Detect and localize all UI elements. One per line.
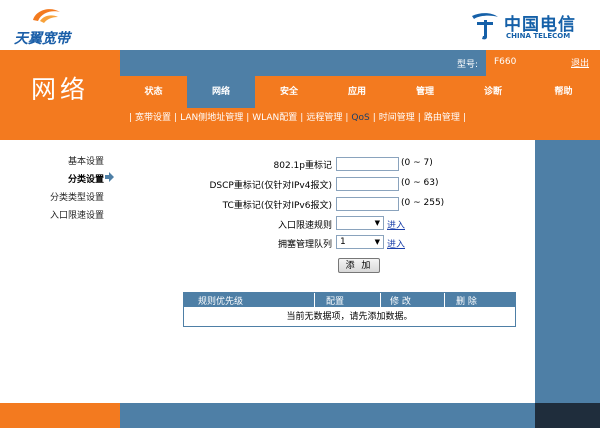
china-telecom-logo: 中国电信 CHINA TELECOM [468, 8, 593, 44]
subnav-qos[interactable]: QoS [351, 113, 369, 123]
column-divider [380, 293, 381, 307]
footer-right [535, 403, 600, 428]
brand-left-text: 天翼宽带 [14, 31, 70, 47]
tc-input[interactable] [336, 197, 399, 211]
model-label: 型号: [457, 60, 479, 70]
p8021-input[interactable] [336, 157, 399, 171]
queue-value: 1 [340, 237, 346, 247]
left-menu-basic[interactable]: 基本设置 [68, 154, 104, 167]
header-bottom-strip [120, 126, 600, 140]
dscp-input[interactable] [336, 177, 399, 191]
chevron-down-icon: ▼ [374, 238, 380, 246]
subnav-separator: | [417, 113, 421, 123]
dscp-label: DSCP重标记(仅针对IPv4报文) [209, 181, 332, 191]
ingress-rule-select[interactable]: ▼ [336, 216, 384, 230]
p8021-label: 802.1p重标记 [273, 161, 332, 171]
model-value: F660 [494, 57, 517, 67]
subnav-separator: | [174, 113, 178, 123]
queue-label: 拥塞管理队列 [277, 240, 332, 250]
tab-security[interactable]: 安全 [255, 76, 323, 108]
queue-select[interactable]: 1 ▼ [336, 235, 384, 249]
rules-table: 规则优先级 配置 修 改 删 除 当前无数据项，请先添加数据。 [183, 292, 516, 327]
tab-application[interactable]: 应用 [323, 76, 391, 108]
p8021-range: (0 ~ 7) [401, 158, 433, 168]
column-header: 删 除 [456, 297, 477, 307]
subnav-separator: | [462, 113, 466, 123]
tc-label: TC重标记(仅针对IPv6报文) [222, 201, 332, 211]
subnav-broadband[interactable]: 宽带设置 [135, 113, 171, 123]
queue-enter-link[interactable]: 进入 [387, 237, 405, 250]
subnav-separator: | [129, 113, 133, 123]
subnav-route-management[interactable]: 路由管理 [424, 113, 460, 123]
left-menu-ingress-rate[interactable]: 入口限速设置 [50, 208, 104, 221]
tab-help[interactable]: 帮助 [527, 76, 600, 108]
sub-nav: | 宽带设置 | LAN侧地址管理 | WLAN配置 | 远程管理 | QoS | 时间管理 | 路由管理… [126, 110, 469, 123]
left-menu-classification-type[interactable]: 分类类型设置 [50, 190, 104, 203]
ingress-rule-label: 入口限速规则 [277, 221, 332, 231]
subnav-remote-management[interactable]: 远程管理 [306, 113, 342, 123]
ingress-rule-enter-link[interactable]: 进入 [387, 218, 405, 231]
table-header: 规则优先级 配置 修 改 删 除 [184, 293, 515, 307]
table-empty-message: 当前无数据项，请先添加数据。 [286, 312, 413, 322]
chevron-down-icon: ▼ [374, 219, 380, 227]
subnav-wlan[interactable]: WLAN配置 [252, 113, 297, 123]
subnav-separator: | [345, 113, 349, 123]
column-header: 配置 [326, 297, 345, 307]
active-arrow-icon [105, 172, 114, 182]
footer-left [0, 403, 120, 428]
left-menu: 基本设置 分类设置 分类类型设置 入口限速设置 [0, 140, 120, 403]
footer-center [120, 403, 535, 428]
subnav-separator: | [300, 113, 304, 123]
left-menu-classification[interactable]: 分类设置 [68, 172, 104, 185]
subnav-time-management[interactable]: 时间管理 [379, 113, 415, 123]
logout-link[interactable]: 退出 [571, 56, 589, 69]
add-button[interactable]: 添 加 [338, 258, 380, 273]
tab-network[interactable]: 网络 [187, 76, 255, 108]
subnav-lan-address[interactable]: LAN侧地址管理 [180, 113, 243, 123]
tab-management[interactable]: 管理 [391, 76, 459, 108]
dscp-range: (0 ~ 63) [401, 178, 439, 188]
column-divider [444, 293, 445, 307]
tianyi-broadband-logo: 天翼宽带 [8, 4, 118, 47]
subnav-separator: | [246, 113, 250, 123]
tc-range: (0 ~ 255) [401, 198, 445, 208]
right-side-panel [535, 140, 600, 403]
brand-right-en: CHINA TELECOM [506, 32, 571, 40]
subnav-separator: | [372, 113, 376, 123]
swirl-icon [33, 9, 60, 23]
section-title: 网络 [30, 75, 89, 104]
column-header: 规则优先级 [198, 297, 244, 307]
tab-status[interactable]: 状态 [120, 76, 187, 108]
main-tab-bar: 状态 网络 安全 应用 管理 诊断 帮助 [120, 76, 600, 108]
column-divider [314, 293, 315, 307]
column-header: 修 改 [390, 297, 411, 307]
telecom-icon [472, 13, 498, 40]
tab-diagnosis[interactable]: 诊断 [459, 76, 527, 108]
